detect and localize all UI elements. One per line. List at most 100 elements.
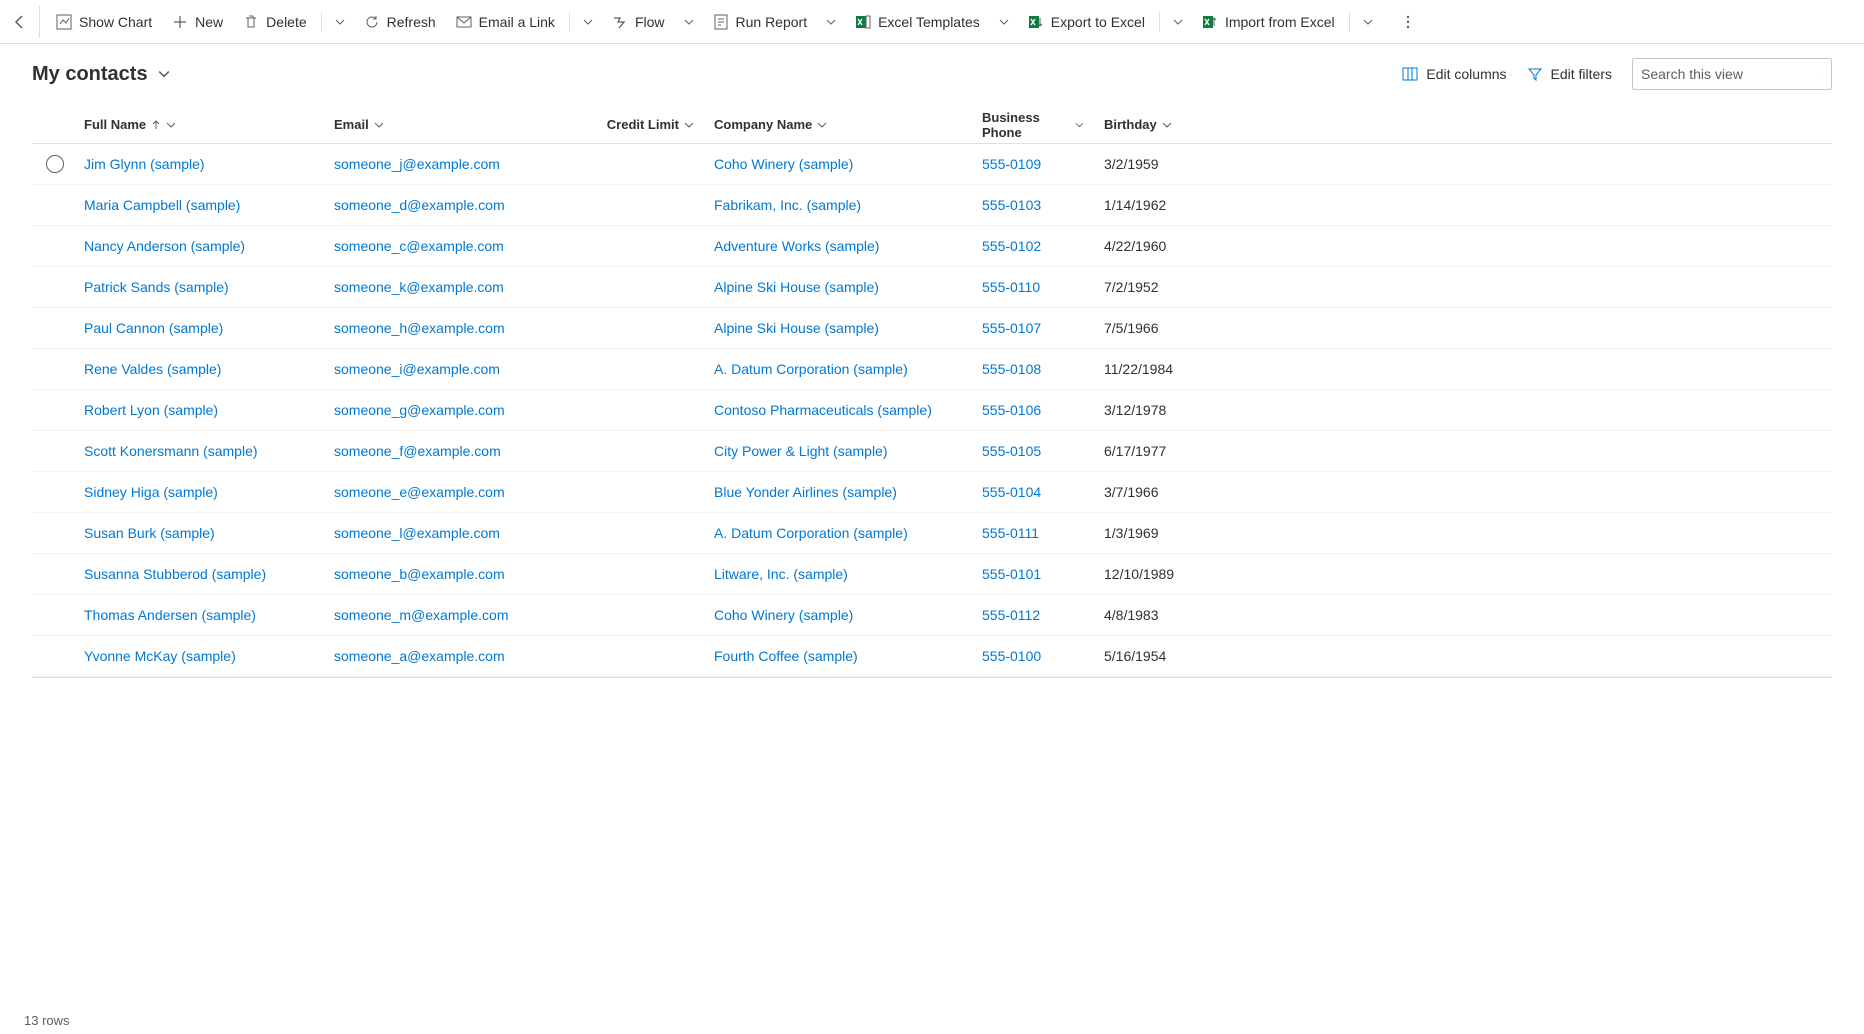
cell-business-phone[interactable]: 555-0100 [982, 648, 1041, 664]
export-excel-button[interactable]: Export to Excel [1020, 6, 1153, 38]
table-row[interactable]: Rene Valdes (sample) someone_i@example.co… [32, 349, 1832, 390]
run-report-dropdown[interactable] [819, 6, 843, 38]
cell-business-phone[interactable]: 555-0108 [982, 361, 1041, 377]
cell-full-name[interactable]: Sidney Higa (sample) [84, 484, 218, 500]
row-select[interactable] [32, 237, 74, 255]
cell-full-name[interactable]: Susanna Stubberod (sample) [84, 566, 266, 582]
delete-button[interactable]: Delete [235, 6, 314, 38]
flow-button[interactable]: Flow [604, 6, 673, 38]
cell-company-name[interactable]: Adventure Works (sample) [714, 238, 879, 254]
row-select[interactable] [32, 647, 74, 665]
table-row[interactable]: Robert Lyon (sample) someone_g@example.co… [32, 390, 1832, 431]
cell-full-name[interactable]: Jim Glynn (sample) [84, 156, 205, 172]
cell-company-name[interactable]: Fabrikam, Inc. (sample) [714, 197, 861, 213]
row-select[interactable] [32, 278, 74, 296]
cell-email[interactable]: someone_e@example.com [334, 484, 505, 500]
table-row[interactable]: Maria Campbell (sample) someone_d@example… [32, 185, 1832, 226]
row-select[interactable] [32, 401, 74, 419]
column-header-full-name[interactable]: Full Name [84, 117, 176, 132]
cell-full-name[interactable]: Yvonne McKay (sample) [84, 648, 236, 664]
show-chart-button[interactable]: Show Chart [48, 6, 160, 38]
search-box[interactable] [1632, 58, 1832, 90]
row-select[interactable] [32, 483, 74, 501]
excel-templates-button[interactable]: Excel Templates [847, 6, 988, 38]
refresh-button[interactable]: Refresh [356, 6, 444, 38]
cell-full-name[interactable]: Paul Cannon (sample) [84, 320, 223, 336]
cell-business-phone[interactable]: 555-0112 [982, 607, 1040, 623]
cell-email[interactable]: someone_k@example.com [334, 279, 504, 295]
cell-email[interactable]: someone_m@example.com [334, 607, 509, 623]
cell-email[interactable]: someone_d@example.com [334, 197, 505, 213]
cell-email[interactable]: someone_a@example.com [334, 648, 505, 664]
import-excel-dropdown[interactable] [1356, 6, 1380, 38]
row-select[interactable] [32, 155, 74, 173]
cell-full-name[interactable]: Patrick Sands (sample) [84, 279, 229, 295]
edit-filters-button[interactable]: Edit filters [1527, 66, 1612, 82]
excel-templates-dropdown[interactable] [992, 6, 1016, 38]
column-header-email[interactable]: Email [334, 117, 384, 132]
new-button[interactable]: New [164, 6, 231, 38]
row-select[interactable] [32, 319, 74, 337]
email-link-dropdown[interactable] [576, 6, 600, 38]
cell-full-name[interactable]: Rene Valdes (sample) [84, 361, 221, 377]
table-row[interactable]: Jim Glynn (sample) someone_j@example.com C… [32, 144, 1832, 185]
cell-business-phone[interactable]: 555-0103 [982, 197, 1041, 213]
import-excel-button[interactable]: Import from Excel [1194, 6, 1343, 38]
row-select[interactable] [32, 360, 74, 378]
cell-company-name[interactable]: Litware, Inc. (sample) [714, 566, 848, 582]
search-input[interactable] [1641, 66, 1822, 82]
edit-columns-button[interactable]: Edit columns [1402, 66, 1506, 82]
cell-business-phone[interactable]: 555-0104 [982, 484, 1041, 500]
cell-email[interactable]: someone_f@example.com [334, 443, 501, 459]
flow-dropdown[interactable] [677, 6, 701, 38]
table-row[interactable]: Nancy Anderson (sample) someone_c@example… [32, 226, 1832, 267]
cell-business-phone[interactable]: 555-0110 [982, 279, 1040, 295]
cell-business-phone[interactable]: 555-0105 [982, 443, 1041, 459]
cell-full-name[interactable]: Maria Campbell (sample) [84, 197, 240, 213]
cell-company-name[interactable]: Coho Winery (sample) [714, 156, 853, 172]
row-select[interactable] [32, 565, 74, 583]
row-select[interactable] [32, 196, 74, 214]
cell-full-name[interactable]: Scott Konersmann (sample) [84, 443, 258, 459]
cell-company-name[interactable]: A. Datum Corporation (sample) [714, 525, 908, 541]
cell-company-name[interactable]: Blue Yonder Airlines (sample) [714, 484, 897, 500]
cell-business-phone[interactable]: 555-0107 [982, 320, 1041, 336]
table-row[interactable]: Scott Konersmann (sample) someone_f@examp… [32, 431, 1832, 472]
cell-full-name[interactable]: Thomas Andersen (sample) [84, 607, 256, 623]
table-row[interactable]: Yvonne McKay (sample) someone_a@example.c… [32, 636, 1832, 677]
delete-dropdown[interactable] [328, 6, 352, 38]
cell-company-name[interactable]: Alpine Ski House (sample) [714, 279, 879, 295]
table-row[interactable]: Paul Cannon (sample) someone_h@example.co… [32, 308, 1832, 349]
column-header-company-name[interactable]: Company Name [714, 117, 827, 132]
email-link-button[interactable]: Email a Link [448, 6, 563, 38]
table-row[interactable]: Thomas Andersen (sample) someone_m@exampl… [32, 595, 1832, 636]
table-row[interactable]: Susan Burk (sample) someone_l@example.com… [32, 513, 1832, 554]
export-excel-dropdown[interactable] [1166, 6, 1190, 38]
row-select[interactable] [32, 524, 74, 542]
column-header-credit-limit[interactable]: Credit Limit [560, 117, 694, 132]
cell-business-phone[interactable]: 555-0102 [982, 238, 1041, 254]
more-commands-button[interactable] [1392, 6, 1424, 38]
cell-email[interactable]: someone_l@example.com [334, 525, 500, 541]
table-row[interactable]: Patrick Sands (sample) someone_k@example.… [32, 267, 1832, 308]
view-selector[interactable]: My contacts [32, 63, 170, 86]
cell-full-name[interactable]: Robert Lyon (sample) [84, 402, 218, 418]
cell-business-phone[interactable]: 555-0106 [982, 402, 1041, 418]
cell-email[interactable]: someone_h@example.com [334, 320, 505, 336]
run-report-button[interactable]: Run Report [705, 6, 816, 38]
cell-company-name[interactable]: Contoso Pharmaceuticals (sample) [714, 402, 932, 418]
cell-email[interactable]: someone_b@example.com [334, 566, 505, 582]
cell-full-name[interactable]: Susan Burk (sample) [84, 525, 215, 541]
cell-full-name[interactable]: Nancy Anderson (sample) [84, 238, 245, 254]
cell-company-name[interactable]: City Power & Light (sample) [714, 443, 888, 459]
cell-email[interactable]: someone_g@example.com [334, 402, 505, 418]
cell-email[interactable]: someone_i@example.com [334, 361, 500, 377]
cell-company-name[interactable]: Coho Winery (sample) [714, 607, 853, 623]
column-header-birthday[interactable]: Birthday [1104, 117, 1172, 132]
cell-business-phone[interactable]: 555-0109 [982, 156, 1041, 172]
cell-email[interactable]: someone_c@example.com [334, 238, 504, 254]
row-select[interactable] [32, 606, 74, 624]
cell-email[interactable]: someone_j@example.com [334, 156, 500, 172]
cell-business-phone[interactable]: 555-0101 [982, 566, 1041, 582]
cell-company-name[interactable]: Alpine Ski House (sample) [714, 320, 879, 336]
